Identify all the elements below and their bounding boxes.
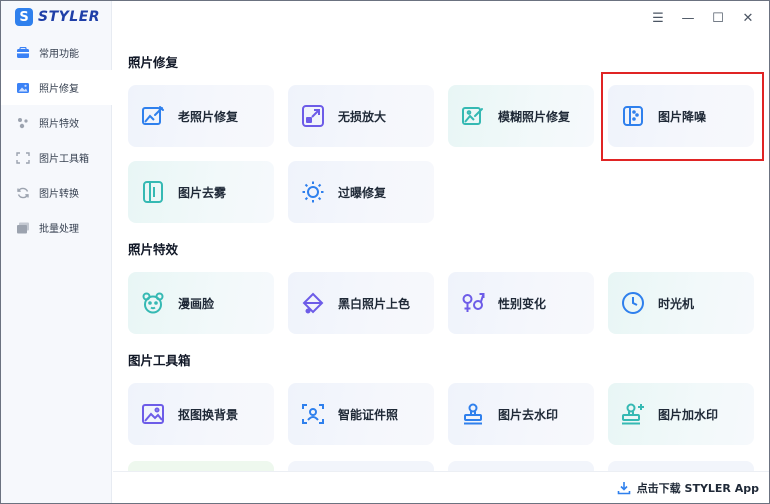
card-lossless-enlarge[interactable]: 无损放大 xyxy=(288,85,434,147)
app-window: S STYLER 常用功能 照片修复 照片特效 图片工具箱 图片转换 批量处理 … xyxy=(0,0,770,504)
card-add-watermark[interactable]: 图片加水印 xyxy=(608,383,754,445)
card-label: 图片去雾 xyxy=(178,185,227,200)
card-old-photo-repair[interactable]: 老照片修复 xyxy=(128,85,274,147)
sidebar-item-photo-effects[interactable]: 照片特效 xyxy=(1,105,112,140)
highlight-box xyxy=(601,72,764,161)
id-photo-icon xyxy=(300,401,326,427)
brand: S STYLER xyxy=(15,8,100,26)
image-repair-icon xyxy=(16,82,30,94)
old-photo-repair-icon xyxy=(140,103,166,129)
sidebar-item-label: 照片特效 xyxy=(39,119,79,130)
colorize-icon xyxy=(300,290,326,316)
overexposure-icon xyxy=(300,179,326,205)
sparkle-effects-icon xyxy=(16,117,30,129)
sidebar-item-label: 常用功能 xyxy=(39,49,79,60)
card-label: 漫画脸 xyxy=(178,296,215,311)
download-label: 点击下载 STYLER App xyxy=(636,482,759,495)
gender-swap-icon xyxy=(460,290,486,316)
batch-icon xyxy=(16,222,30,234)
card-partial xyxy=(288,461,434,471)
sidebar-item-label: 照片修复 xyxy=(39,84,79,95)
footer-bar: 点击下载 STYLER App xyxy=(113,471,769,503)
sidebar-nav: 常用功能 照片修复 照片特效 图片工具箱 图片转换 批量处理 xyxy=(1,35,112,245)
download-icon xyxy=(617,481,631,495)
add-watermark-icon xyxy=(620,401,646,427)
sidebar-item-label: 图片转换 xyxy=(39,189,79,200)
sidebar-item-label: 批量处理 xyxy=(39,224,79,235)
card-partial xyxy=(448,461,594,471)
card-partial xyxy=(608,461,754,471)
sidebar-item-label: 图片工具箱 xyxy=(39,154,89,165)
card-label: 过曝修复 xyxy=(338,185,387,200)
card-overexposure[interactable]: 过曝修复 xyxy=(288,161,434,223)
remove-watermark-icon xyxy=(460,401,486,427)
card-label: 性别变化 xyxy=(498,296,547,311)
card-colorize[interactable]: 黑白照片上色 xyxy=(288,272,434,334)
card-remove-watermark[interactable]: 图片去水印 xyxy=(448,383,594,445)
cartoon-face-icon xyxy=(140,290,166,316)
sidebar-item-convert[interactable]: 图片转换 xyxy=(1,175,112,210)
lossless-enlarge-icon xyxy=(300,103,326,129)
app-name: STYLER xyxy=(38,9,101,25)
time-machine-icon xyxy=(620,290,646,316)
card-label: 模糊照片修复 xyxy=(498,109,571,124)
blur-photo-repair-icon xyxy=(460,103,486,129)
card-dehaze[interactable]: 图片去雾 xyxy=(128,161,274,223)
section-title-repair: 照片修复 xyxy=(128,55,179,70)
app-logo: S xyxy=(15,8,33,26)
card-label: 图片加水印 xyxy=(658,407,719,422)
convert-icon xyxy=(16,187,30,199)
card-time-machine[interactable]: 时光机 xyxy=(608,272,754,334)
card-id-photo[interactable]: 智能证件照 xyxy=(288,383,434,445)
card-partial xyxy=(128,461,274,471)
card-label: 老照片修复 xyxy=(178,109,239,124)
card-label: 时光机 xyxy=(658,296,695,311)
cutout-background-icon xyxy=(140,401,166,427)
sidebar-item-photo-repair[interactable]: 照片修复 xyxy=(1,70,112,105)
section-title-toolbox: 图片工具箱 xyxy=(128,353,191,368)
card-label: 无损放大 xyxy=(338,109,387,124)
dehaze-icon xyxy=(140,179,166,205)
card-cartoon-face[interactable]: 漫画脸 xyxy=(128,272,274,334)
sidebar-item-batch[interactable]: 批量处理 xyxy=(1,210,112,245)
card-label: 黑白照片上色 xyxy=(338,296,411,311)
card-label: 智能证件照 xyxy=(338,407,399,422)
sidebar-item-common[interactable]: 常用功能 xyxy=(1,35,112,70)
section-title-effects: 照片特效 xyxy=(128,242,179,257)
download-app-link[interactable]: 点击下载 STYLER App xyxy=(617,480,759,496)
card-cutout-background[interactable]: 抠图换背景 xyxy=(128,383,274,445)
card-label: 抠图换背景 xyxy=(178,407,239,422)
card-gender-swap[interactable]: 性别变化 xyxy=(448,272,594,334)
toolbox-icon xyxy=(16,46,30,59)
card-label: 图片去水印 xyxy=(498,407,559,422)
card-blur-photo-repair[interactable]: 模糊照片修复 xyxy=(448,85,594,147)
crop-tools-icon xyxy=(16,151,30,164)
sidebar-item-toolbox[interactable]: 图片工具箱 xyxy=(1,140,112,175)
sidebar: S STYLER 常用功能 照片修复 照片特效 图片工具箱 图片转换 批量处理 xyxy=(1,1,112,503)
